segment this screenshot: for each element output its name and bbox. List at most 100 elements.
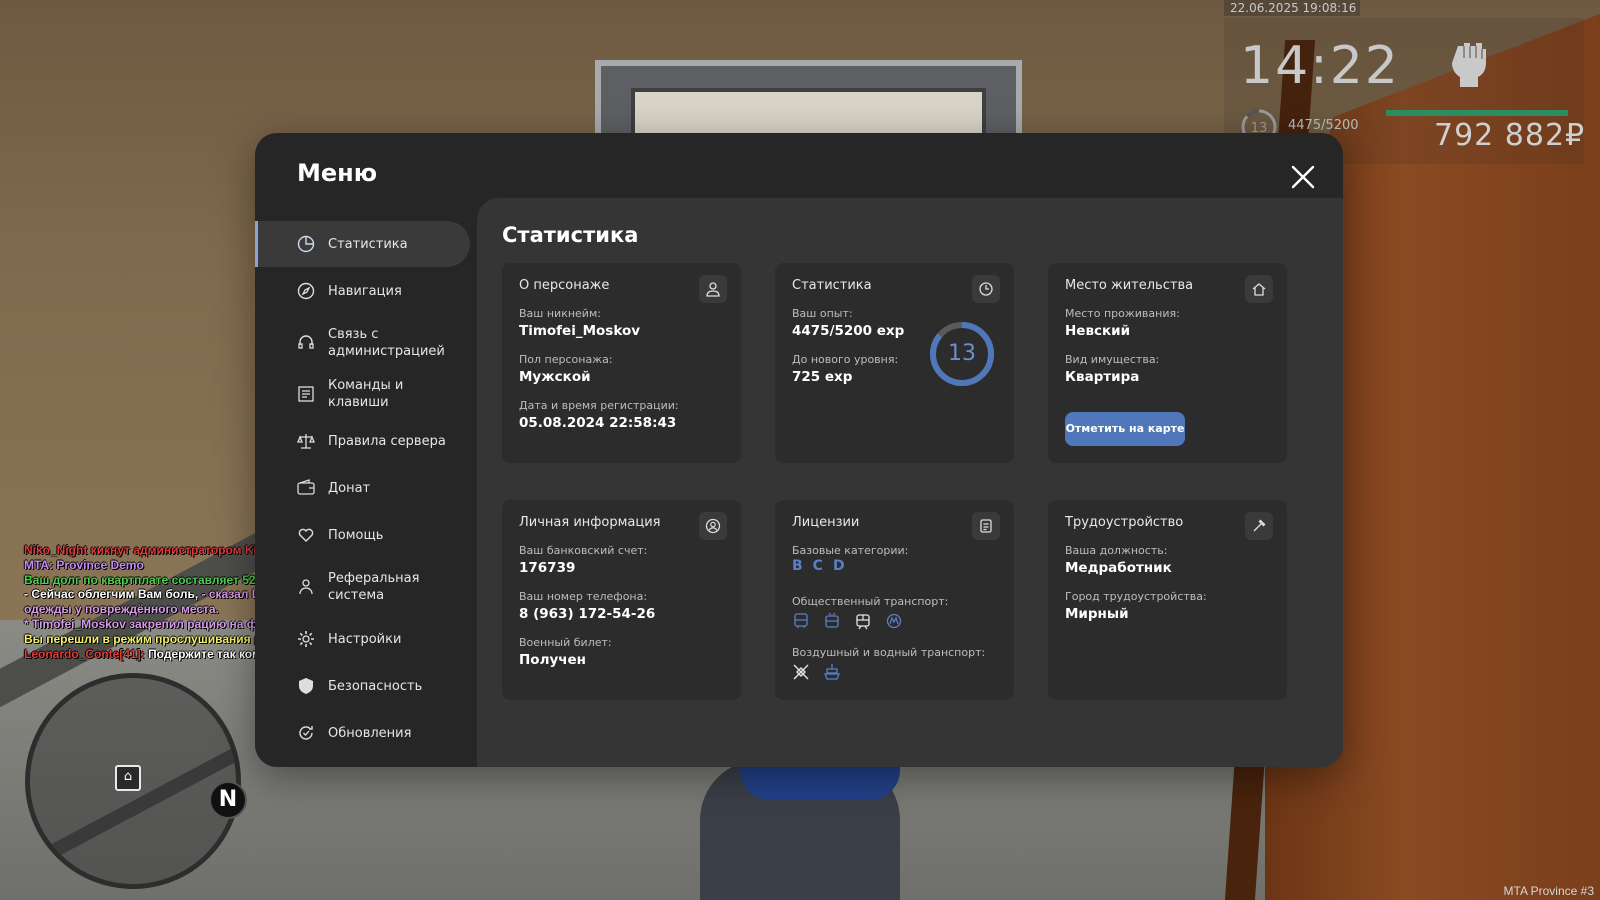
- sidebar-item-label: Статистика: [328, 236, 408, 252]
- public-transport-icons: [792, 612, 903, 630]
- sidebar-item-label: Безопасность: [328, 678, 423, 694]
- hud-datetime: 22.06.2025 19:08:16: [1224, 0, 1360, 16]
- nickname-value: Timofei_Moskov: [519, 323, 641, 339]
- card-residence: Место жительства Место проживания: Невск…: [1048, 263, 1287, 463]
- north-marker: N: [209, 781, 247, 819]
- tram-icon: [856, 614, 870, 630]
- license-category: B: [792, 558, 803, 574]
- heart-hands-icon: [298, 528, 314, 542]
- next-level-label: До нового уровня:: [792, 353, 899, 366]
- registration-label: Дата и время регистрации:: [519, 399, 679, 412]
- card-personal-info: Личная информация Ваш банковский счет: 1…: [502, 500, 741, 700]
- document-icon: [980, 519, 992, 533]
- sidebar-item-label: Обновления: [328, 725, 412, 741]
- work-city-label: Город трудоустройства:: [1065, 590, 1207, 603]
- hud-health-bar: [1386, 110, 1568, 116]
- trolleybus-icon: [825, 612, 839, 628]
- headset-icon: [298, 335, 314, 349]
- card-licenses: Лицензии Базовые категории: BCD Обществе…: [775, 500, 1014, 700]
- wallet-icon: [297, 479, 315, 495]
- hud-exp: 4475/5200: [1288, 118, 1359, 133]
- close-icon[interactable]: [1287, 161, 1319, 193]
- bank-value: 176739: [519, 560, 576, 576]
- card-title: О персонаже: [519, 278, 610, 293]
- sidebar-item-label: Помощь: [328, 527, 384, 543]
- airplane-icon: [793, 664, 809, 680]
- pie-chart-icon: [297, 235, 315, 253]
- gender-value: Мужской: [519, 369, 591, 385]
- level-value: 13: [948, 341, 976, 366]
- sidebar-item-2[interactable]: Связь с администрацией: [255, 315, 467, 371]
- license-category: C: [812, 558, 823, 574]
- air-water-transport-icons: [792, 663, 841, 681]
- next-level-value: 725 exp: [792, 369, 853, 385]
- card-title: Статистика: [792, 278, 872, 293]
- house-icon: [1252, 283, 1266, 296]
- sidebar-item-0[interactable]: Статистика: [255, 221, 470, 267]
- categories-row: BCD: [792, 558, 845, 574]
- card-title: Лицензии: [792, 515, 860, 530]
- exp-label: Ваш опыт:: [792, 307, 853, 320]
- position-label: Ваша должность:: [1065, 544, 1168, 557]
- sidebar-item-label: Правила сервера: [328, 433, 446, 449]
- compass-icon: [297, 282, 315, 300]
- sidebar-item-10[interactable]: Обновления: [255, 710, 467, 756]
- sidebar-item-3[interactable]: Команды и клавиши: [255, 371, 467, 417]
- boat-icon: [824, 664, 840, 680]
- user-icon: [706, 282, 720, 297]
- stats-content: Статистика О персонаже Ваш никнейм: Timo…: [477, 198, 1343, 767]
- sidebar-item-label: Реферальная система: [328, 571, 420, 603]
- sidebar-item-label: Донат: [328, 480, 371, 496]
- fist-icon: [1452, 43, 1486, 87]
- refresh-icon: [299, 726, 313, 740]
- place-value: Невский: [1065, 323, 1131, 339]
- property-type-value: Квартира: [1065, 369, 1140, 385]
- sidebar-item-7[interactable]: Реферальная система: [255, 559, 467, 615]
- referral-icon: [299, 579, 313, 595]
- registration-value: 05.08.2024 22:58:43: [519, 415, 677, 431]
- sidebar-item-label: Команды и клавиши: [328, 378, 404, 410]
- work-city-value: Мирный: [1065, 606, 1129, 622]
- sidebar-item-label: Навигация: [328, 283, 402, 299]
- clock-icon: [979, 282, 993, 296]
- phone-value: 8 (963) 172-54-26: [519, 606, 656, 622]
- menu-title: Меню: [297, 159, 378, 187]
- place-label: Место проживания:: [1065, 307, 1180, 320]
- bank-label: Ваш банковский счет:: [519, 544, 648, 557]
- property-type-label: Вид имущества:: [1065, 353, 1160, 366]
- scales-icon: [297, 434, 315, 449]
- user-circle-icon: [705, 518, 721, 534]
- hammer-icon: [1253, 519, 1266, 532]
- sidebar-item-9[interactable]: Безопасность: [255, 663, 467, 709]
- gender-label: Пол персонажа:: [519, 353, 613, 366]
- sidebar-item-6[interactable]: Помощь: [255, 512, 467, 558]
- exp-value: 4475/5200 exp: [792, 323, 905, 339]
- military-value: Получен: [519, 652, 587, 668]
- sidebar-item-1[interactable]: Навигация: [255, 268, 467, 314]
- gear-icon: [298, 631, 314, 647]
- hud-time: 14:22: [1240, 36, 1400, 96]
- basic-categories-label: Базовые категории:: [792, 544, 909, 557]
- page-title: Статистика: [502, 223, 639, 247]
- sidebar-item-5[interactable]: Донат: [255, 465, 467, 511]
- chat-line-part: - Сейчас облегчим Вам боль,: [24, 587, 202, 602]
- nickname-label: Ваш никнейм:: [519, 307, 601, 320]
- card-title: Место жительства: [1065, 278, 1194, 293]
- bus-icon: [794, 613, 808, 628]
- sidebar-item-4[interactable]: Правила сервера: [255, 418, 467, 464]
- card-title: Трудоустройство: [1065, 515, 1184, 530]
- public-transport-label: Общественный транспорт:: [792, 595, 949, 608]
- mark-on-map-button[interactable]: Отметить на карте: [1065, 412, 1185, 446]
- shield-icon: [299, 678, 313, 694]
- list-icon: [298, 386, 314, 402]
- card-statistics: Статистика Ваш опыт: 4475/5200 exp До но…: [775, 263, 1014, 463]
- chat-line-part: Leonardo_Conte[41]:: [24, 646, 145, 661]
- military-label: Военный билет:: [519, 636, 612, 649]
- card-character: О персонаже Ваш никнейм: Timofei_Moskov …: [502, 263, 741, 463]
- sidebar-item-8[interactable]: Настройки: [255, 616, 467, 662]
- sidebar-item-label: Настройки: [328, 631, 402, 647]
- metro-icon: [886, 613, 902, 629]
- card-employment: Трудоустройство Ваша должность: Медработ…: [1048, 500, 1287, 700]
- menu-window: Меню Статистика Навигация Связь с админист…: [255, 133, 1343, 767]
- license-category: D: [832, 558, 845, 574]
